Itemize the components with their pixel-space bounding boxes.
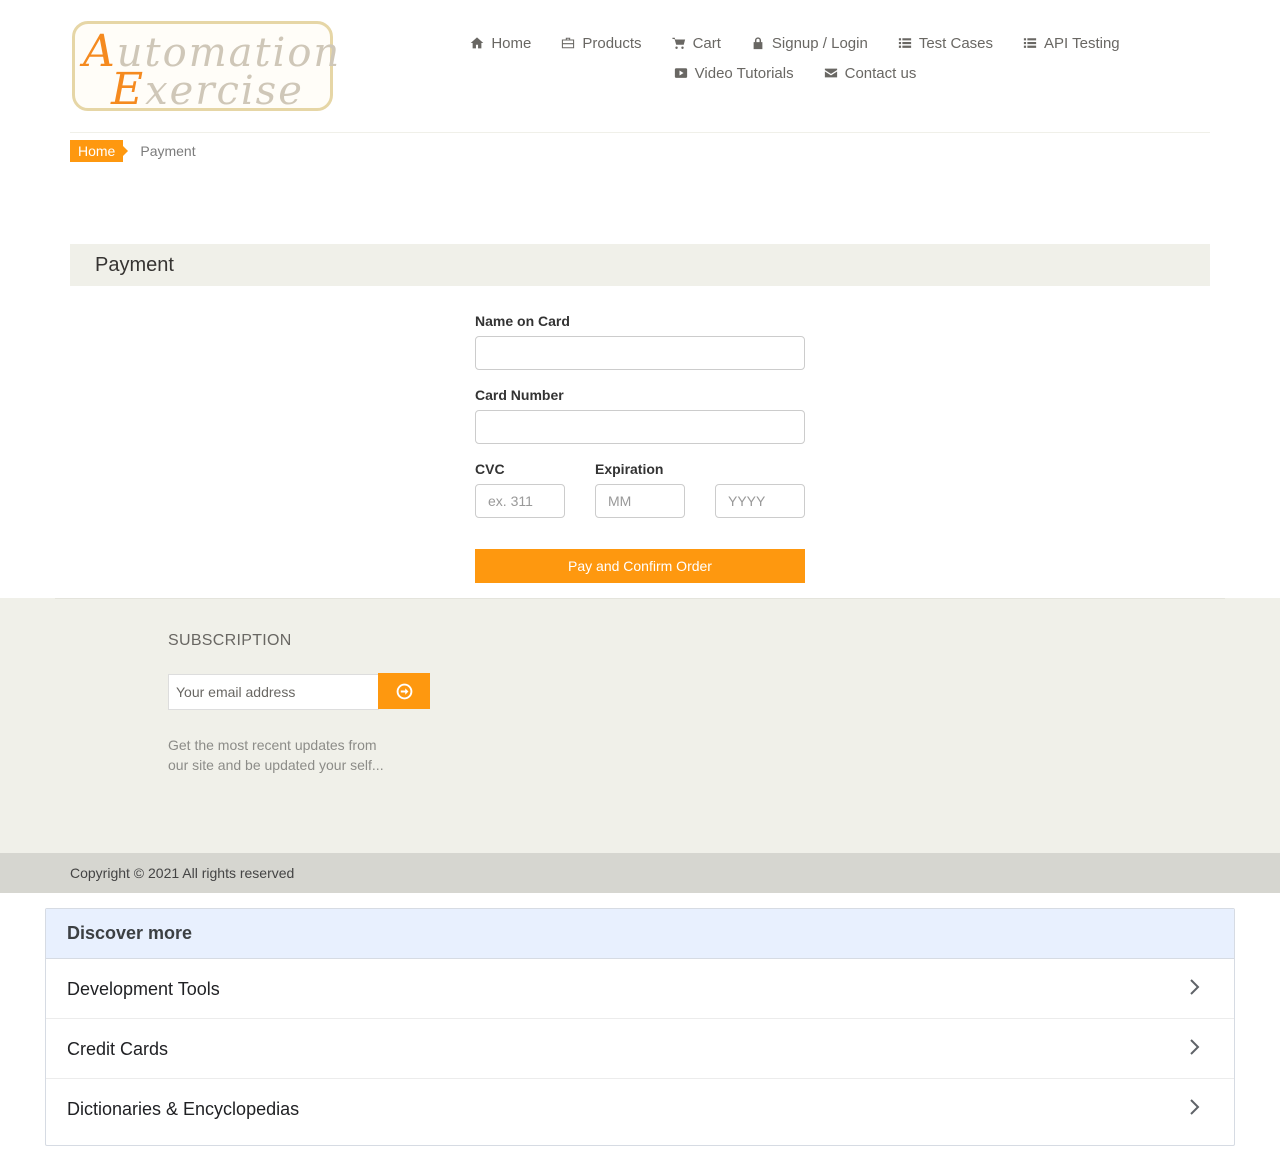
nav-video-tutorials[interactable]: Video Tutorials	[674, 65, 794, 82]
envelope-icon	[824, 68, 837, 78]
card-number-label: Card Number	[475, 387, 564, 403]
nav-test-cases[interactable]: Test Cases	[898, 35, 993, 52]
footer-divider	[55, 598, 1225, 599]
list-icon	[898, 38, 911, 48]
payment-heading-bar: Payment	[70, 244, 1210, 286]
arrow-circle-right-icon	[396, 683, 412, 699]
name-on-card-input[interactable]	[475, 336, 805, 370]
discover-item-dictionaries-encyclopedias[interactable]: Dictionaries & Encyclopedias	[46, 1079, 1234, 1139]
discover-item-label: Development Tools	[67, 979, 220, 999]
expiry-month-input[interactable]	[595, 484, 685, 518]
subscription-title: SUBSCRIPTION	[168, 632, 292, 649]
discover-item-development-tools[interactable]: Development Tools	[46, 959, 1234, 1019]
discover-header: Discover more	[46, 909, 1234, 959]
page-title: Payment	[95, 254, 174, 276]
expiry-year-input[interactable]	[715, 484, 805, 518]
footer-subscription: SUBSCRIPTION Get the most recent updates…	[0, 598, 1280, 853]
chevron-right-icon	[1190, 979, 1200, 995]
home-icon	[471, 37, 484, 49]
main-nav: Home Products Cart Signup / Login Test C…	[470, 28, 1120, 88]
discover-item-credit-cards[interactable]: Credit Cards	[46, 1019, 1234, 1079]
youtube-icon	[674, 68, 687, 78]
breadcrumb-home[interactable]: Home	[70, 140, 129, 162]
nav-row-2: Video Tutorials Contact us	[470, 58, 1120, 88]
nav-api-testing[interactable]: API Testing	[1023, 35, 1120, 52]
nav-signup-login[interactable]: Signup / Login	[751, 35, 868, 52]
lock-icon	[753, 37, 763, 50]
site-logo[interactable]: Automation Exercise	[72, 21, 339, 115]
breadcrumb: Home Payment	[70, 140, 196, 162]
copyright-text: Copyright © 2021 All rights reserved	[70, 865, 295, 881]
nav-products[interactable]: Products	[561, 35, 642, 52]
site-header: Automation Exercise Home Products Cart S…	[0, 0, 1280, 133]
nav-cart[interactable]: Cart	[672, 35, 721, 52]
subscription-email-input[interactable]	[168, 674, 379, 710]
subscription-description: Get the most recent updates from our sit…	[168, 737, 384, 773]
subscribe-button[interactable]	[378, 673, 430, 709]
discover-more-panel: Discover more Development Tools Credit C…	[45, 908, 1235, 1146]
nav-home[interactable]: Home	[470, 35, 531, 52]
footer-bottom: Copyright © 2021 All rights reserved	[0, 853, 1280, 893]
cart-icon	[672, 37, 685, 49]
list-icon	[1023, 38, 1037, 48]
card-number-input[interactable]	[475, 410, 805, 444]
logo-line-2: Exercise	[111, 64, 304, 115]
pay-and-confirm-button[interactable]: Pay and Confirm Order	[475, 549, 805, 583]
briefcase-icon	[562, 37, 575, 49]
breadcrumb-current: Payment	[140, 143, 196, 159]
header-divider	[70, 132, 1210, 133]
chevron-right-icon	[1190, 1099, 1200, 1115]
expiration-label: Expiration	[595, 461, 664, 477]
discover-title: Discover more	[67, 923, 193, 943]
nav-row-1: Home Products Cart Signup / Login Test C…	[470, 28, 1120, 58]
discover-item-label: Dictionaries & Encyclopedias	[67, 1099, 300, 1119]
name-on-card-label: Name on Card	[475, 313, 570, 329]
nav-contact-us[interactable]: Contact us	[824, 65, 916, 82]
chevron-right-icon	[1190, 1039, 1200, 1055]
cvc-input[interactable]	[475, 484, 565, 518]
discover-item-label: Credit Cards	[67, 1039, 169, 1059]
cvc-label: CVC	[475, 461, 505, 477]
